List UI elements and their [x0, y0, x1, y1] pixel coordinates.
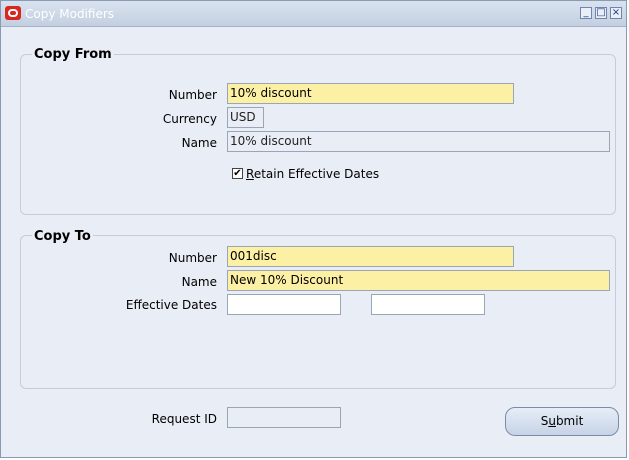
to-number-label: Number: [168, 251, 217, 265]
retain-dates-checkbox[interactable]: ✔: [232, 168, 243, 179]
close-icon[interactable]: ×: [610, 7, 622, 19]
from-name-label: Name: [181, 136, 217, 150]
to-name-field[interactable]: New 10% Discount: [227, 270, 610, 291]
from-currency-field[interactable]: USD: [227, 107, 264, 128]
from-name-field[interactable]: 10% discount: [227, 131, 610, 152]
window-title: Copy Modifiers: [25, 7, 115, 21]
copy-modifiers-window: Copy Modifiers _ □ × Copy From Number 10…: [0, 0, 627, 458]
from-currency-label: Currency: [162, 112, 217, 126]
title-bar: Copy Modifiers _ □ ×: [1, 1, 626, 27]
to-name-label: Name: [181, 275, 217, 289]
minimize-icon[interactable]: _: [580, 7, 592, 19]
request-id-field[interactable]: [227, 407, 341, 428]
request-id-label: Request ID: [151, 412, 217, 426]
effective-date-to-field[interactable]: [371, 294, 485, 315]
submit-button[interactable]: Submit: [505, 407, 619, 436]
from-number-field[interactable]: 10% discount: [227, 83, 514, 104]
from-number-label: Number: [168, 88, 217, 102]
oracle-icon: [5, 6, 21, 20]
effective-date-from-field[interactable]: [227, 294, 341, 315]
effective-dates-label: Effective Dates: [125, 298, 217, 312]
copy-from-title: Copy From: [32, 47, 114, 62]
copy-to-title: Copy To: [32, 229, 93, 244]
maximize-icon[interactable]: □: [595, 7, 607, 19]
to-number-field[interactable]: 001disc: [227, 246, 514, 267]
retain-dates-label[interactable]: Retain Effective Dates: [246, 167, 379, 181]
